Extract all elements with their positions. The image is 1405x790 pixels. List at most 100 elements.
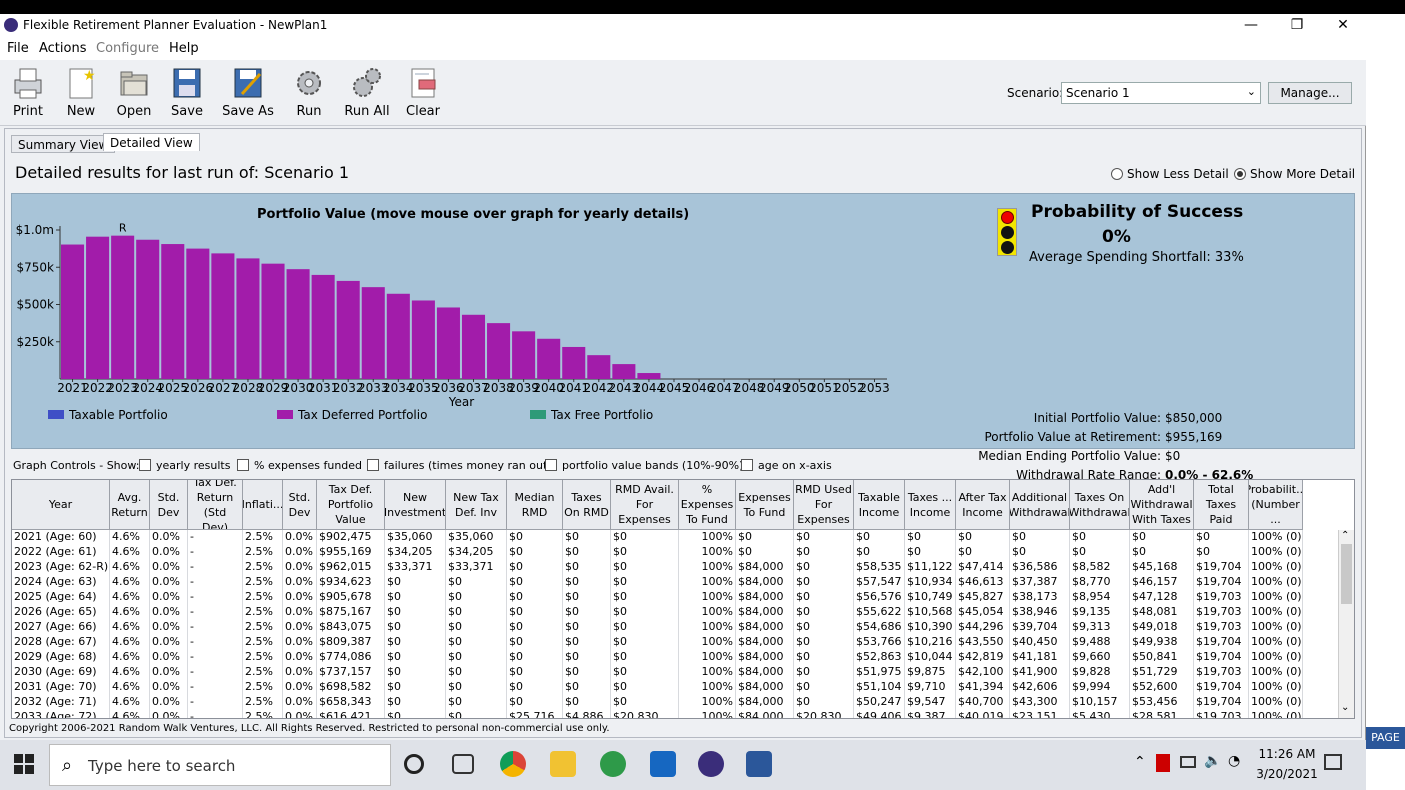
table-cell: $10,044	[905, 650, 956, 665]
column-header[interactable]: % Expenses To Fund	[679, 480, 736, 530]
table-row[interactable]: 2029 (Age: 68) 4.6% 0.0% -2.5% 0.0% $774,086 $…	[12, 650, 1303, 665]
table-row[interactable]: 2022 (Age: 61) 4.6% 0.0% -2.5% 0.0% $955,169 $…	[12, 545, 1303, 560]
menu-help[interactable]: Help	[169, 41, 199, 56]
battery-icon[interactable]	[1180, 756, 1196, 768]
column-header[interactable]: RMD Avail. For Expenses	[611, 480, 679, 530]
save-button[interactable]: Save	[159, 66, 215, 119]
column-header[interactable]: Std. Dev	[283, 480, 317, 530]
column-header[interactable]: New Tax Def. Inv	[446, 480, 507, 530]
manage-button[interactable]: Manage...	[1268, 82, 1352, 104]
table-cell: 0.0%	[150, 665, 188, 680]
app-green-icon[interactable]	[600, 751, 626, 777]
column-header[interactable]: Add'l Withdrawal With Taxes	[1130, 480, 1194, 530]
column-header[interactable]: Taxes ... Income	[905, 480, 956, 530]
save-as-button[interactable]: Save As	[220, 66, 276, 119]
table-row[interactable]: 2025 (Age: 64) 4.6% 0.0% -2.5% 0.0% $905,678 $…	[12, 590, 1303, 605]
taskbar-search[interactable]: ⌕ Type here to search	[49, 744, 391, 786]
bar-2025-1	[161, 244, 185, 379]
column-header[interactable]: Total Taxes Paid	[1194, 480, 1249, 530]
run-all-button[interactable]: Run All	[339, 66, 395, 119]
restore-button[interactable]: ❐	[1274, 14, 1320, 38]
outlook-icon[interactable]	[650, 751, 676, 777]
menu-configure[interactable]: Configure	[96, 41, 159, 56]
table-row[interactable]: 2023 (Age: 62-R) 4.6% 0.0% -2.5% 0.0% $962,01…	[12, 560, 1303, 575]
yearly-results-checkbox[interactable]: yearly results	[139, 459, 230, 472]
file-explorer-icon[interactable]	[550, 751, 576, 777]
column-header[interactable]: Avg. Return	[110, 480, 150, 530]
close-button[interactable]: ✕	[1320, 14, 1366, 38]
table-row[interactable]: 2026 (Age: 65) 4.6% 0.0% -2.5% 0.0% $875,167 $…	[12, 605, 1303, 620]
scroll-down-icon[interactable]: ⌄	[1341, 702, 1349, 713]
expenses-funded-checkbox[interactable]: % expenses funded	[237, 459, 362, 472]
word-icon[interactable]	[746, 751, 772, 777]
table-cell: $19,704	[1194, 575, 1249, 590]
print-button[interactable]: Print	[0, 66, 56, 119]
table-row[interactable]: 2032 (Age: 71) 4.6% 0.0% -2.5% 0.0% $658,343 $…	[12, 695, 1303, 710]
open-button[interactable]: Open	[106, 66, 162, 119]
table-row[interactable]: 2027 (Age: 66) 4.6% 0.0% -2.5% 0.0% $843,075 $…	[12, 620, 1303, 635]
table-row[interactable]: 2024 (Age: 63) 4.6% 0.0% -2.5% 0.0% $934,623 $…	[12, 575, 1303, 590]
column-header[interactable]: Median RMD	[507, 480, 563, 530]
tab-summary-view[interactable]: Summary View	[11, 135, 116, 153]
menu-actions[interactable]: Actions	[39, 41, 87, 56]
table-cell: $0	[563, 650, 611, 665]
menu-file[interactable]: File	[7, 41, 29, 56]
table-cell: 0.0%	[283, 710, 317, 718]
table-cell: 4.6%	[110, 710, 150, 718]
table-row[interactable]: 2033 (Age: 72) 4.6% 0.0% -2.5% 0.0% $616,421 $…	[12, 710, 1303, 718]
table-row[interactable]: 2031 (Age: 70) 4.6% 0.0% -2.5% 0.0% $698,582 $…	[12, 680, 1303, 695]
table-row[interactable]: 2021 (Age: 60) 4.6% 0.0% -2.5% 0.0% $902,475 $…	[12, 530, 1303, 545]
new-button[interactable]: ★ New	[53, 66, 109, 119]
column-header[interactable]: Tax Def. Return (Std Dev)	[188, 480, 243, 530]
run-button[interactable]: Run	[281, 66, 337, 119]
scroll-thumb[interactable]	[1341, 544, 1352, 604]
notifications-icon[interactable]	[1324, 754, 1342, 770]
table-cell: $0	[507, 605, 563, 620]
chrome-icon[interactable]	[500, 751, 526, 777]
column-header[interactable]: Expenses To Fund	[736, 480, 794, 530]
portfolio-value-chart[interactable]: $250k$500k$750k$1.0m20212022202320242025…	[12, 194, 912, 444]
table-row[interactable]: 2028 (Age: 67) 4.6% 0.0% -2.5% 0.0% $809,387 $…	[12, 635, 1303, 650]
scroll-up-icon[interactable]: ⌃	[1341, 530, 1349, 541]
column-header[interactable]: Taxes On RMD	[563, 480, 611, 530]
wifi-icon[interactable]: ◔	[1228, 753, 1240, 769]
clock[interactable]: 11:26 AM 3/20/2021	[1252, 744, 1322, 784]
table-cell: $8,954	[1070, 590, 1130, 605]
table-scrollbar[interactable]: ⌃ ⌄	[1338, 530, 1354, 718]
table-cell: 2027 (Age: 66)	[12, 620, 110, 635]
column-header[interactable]: Probabilit... (Number ...	[1249, 480, 1303, 530]
column-header[interactable]: Taxes On Withdrawal	[1070, 480, 1130, 530]
mcafee-icon[interactable]	[1156, 754, 1170, 772]
portfolio-value-bands-checkbox[interactable]: portfolio value bands (10%-90%)	[545, 459, 743, 472]
column-header[interactable]: After Tax Income	[956, 480, 1010, 530]
failures-checkbox[interactable]: failures (times money ran out)	[367, 459, 552, 472]
column-header[interactable]: Taxable Income	[854, 480, 905, 530]
column-header[interactable]: Std. Dev	[150, 480, 188, 530]
clear-button[interactable]: Clear	[395, 66, 451, 119]
column-header[interactable]: Inflati...	[243, 480, 283, 530]
task-view-icon[interactable]	[452, 754, 474, 774]
table-cell: $0	[794, 590, 854, 605]
tab-detailed-view[interactable]: Detailed View	[103, 133, 200, 151]
cortana-icon[interactable]	[404, 754, 424, 774]
retirement-planner-icon[interactable]	[698, 751, 724, 777]
minimize-button[interactable]: —	[1228, 14, 1274, 38]
table-cell: $41,900	[1010, 665, 1070, 680]
table-cell: 100%	[679, 545, 736, 560]
show-more-detail-radio[interactable]: Show More Detail	[1234, 167, 1355, 181]
table-cell: $0	[563, 590, 611, 605]
scenario-select[interactable]: Scenario 1 ⌄	[1061, 82, 1261, 104]
page-button[interactable]: PAGE	[1366, 727, 1405, 749]
volume-muted-icon[interactable]: 🔈	[1204, 753, 1221, 769]
column-header[interactable]: New Investment	[385, 480, 446, 530]
age-on-x-axis-checkbox[interactable]: age on x-axis	[741, 459, 832, 472]
table-cell: 100% (0)	[1249, 710, 1303, 718]
show-less-detail-radio[interactable]: Show Less Detail	[1111, 167, 1229, 181]
column-header[interactable]: Tax Def. Portfolio Value	[317, 480, 385, 530]
tray-chevron-up-icon[interactable]: ⌃	[1134, 754, 1146, 770]
table-row[interactable]: 2030 (Age: 69) 4.6% 0.0% -2.5% 0.0% $737,157 $…	[12, 665, 1303, 680]
windows-start-icon[interactable]	[14, 754, 34, 774]
column-header[interactable]: Year	[12, 480, 110, 530]
column-header[interactable]: RMD Used For Expenses	[794, 480, 854, 530]
column-header[interactable]: Additional Withdrawal	[1010, 480, 1070, 530]
